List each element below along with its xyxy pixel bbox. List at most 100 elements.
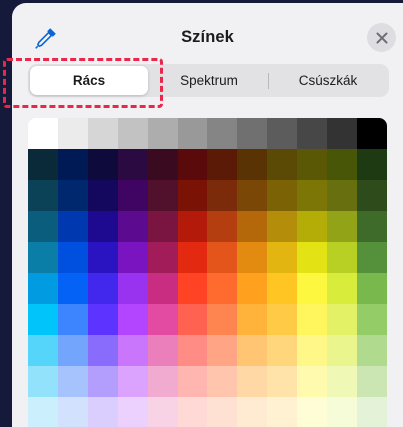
color-swatch[interactable] bbox=[147, 149, 178, 180]
color-swatch[interactable] bbox=[237, 118, 268, 149]
color-swatch[interactable] bbox=[357, 273, 387, 304]
color-swatch[interactable] bbox=[28, 149, 58, 180]
color-swatch[interactable] bbox=[357, 149, 387, 180]
color-swatch[interactable] bbox=[87, 304, 118, 335]
segment-spectrum[interactable]: Spektrum bbox=[150, 66, 268, 95]
color-swatch[interactable] bbox=[297, 118, 328, 149]
color-swatch[interactable] bbox=[117, 211, 148, 242]
color-swatch[interactable] bbox=[327, 366, 358, 397]
color-swatch[interactable] bbox=[28, 273, 58, 304]
color-swatch[interactable] bbox=[28, 366, 58, 397]
color-swatch[interactable] bbox=[57, 242, 88, 273]
color-swatch[interactable] bbox=[297, 149, 328, 180]
color-swatch[interactable] bbox=[28, 304, 58, 335]
color-swatch[interactable] bbox=[267, 211, 298, 242]
color-swatch[interactable] bbox=[177, 180, 208, 211]
color-swatch[interactable] bbox=[177, 242, 208, 273]
color-swatch[interactable] bbox=[87, 273, 118, 304]
color-swatch[interactable] bbox=[267, 273, 298, 304]
color-swatch[interactable] bbox=[297, 335, 328, 366]
color-swatch[interactable] bbox=[207, 242, 238, 273]
color-swatch[interactable] bbox=[177, 118, 208, 149]
color-swatch[interactable] bbox=[177, 211, 208, 242]
color-swatch[interactable] bbox=[207, 304, 238, 335]
color-swatch[interactable] bbox=[357, 335, 387, 366]
color-swatch[interactable] bbox=[147, 180, 178, 211]
color-swatch[interactable] bbox=[267, 397, 298, 427]
color-swatch[interactable] bbox=[327, 304, 358, 335]
color-swatch[interactable] bbox=[267, 118, 298, 149]
color-swatch[interactable] bbox=[177, 304, 208, 335]
color-swatch[interactable] bbox=[357, 118, 387, 149]
color-swatch[interactable] bbox=[28, 397, 58, 427]
color-swatch[interactable] bbox=[87, 335, 118, 366]
color-swatch[interactable] bbox=[297, 366, 328, 397]
color-swatch[interactable] bbox=[297, 211, 328, 242]
color-swatch[interactable] bbox=[87, 397, 118, 427]
color-swatch[interactable] bbox=[28, 335, 58, 366]
color-swatch[interactable] bbox=[267, 149, 298, 180]
color-swatch[interactable] bbox=[237, 242, 268, 273]
close-button[interactable] bbox=[367, 23, 396, 52]
color-swatch[interactable] bbox=[87, 242, 118, 273]
color-swatch[interactable] bbox=[147, 242, 178, 273]
color-swatch[interactable] bbox=[147, 118, 178, 149]
color-swatch[interactable] bbox=[297, 242, 328, 273]
color-swatch[interactable] bbox=[57, 118, 88, 149]
color-swatch[interactable] bbox=[237, 180, 268, 211]
color-swatch[interactable] bbox=[147, 397, 178, 427]
color-swatch[interactable] bbox=[327, 397, 358, 427]
color-swatch[interactable] bbox=[267, 304, 298, 335]
color-swatch[interactable] bbox=[357, 211, 387, 242]
color-swatch[interactable] bbox=[117, 397, 148, 427]
color-swatch[interactable] bbox=[57, 149, 88, 180]
color-swatch[interactable] bbox=[207, 180, 238, 211]
color-swatch[interactable] bbox=[207, 397, 238, 427]
color-swatch[interactable] bbox=[237, 273, 268, 304]
color-swatch[interactable] bbox=[57, 180, 88, 211]
color-swatch[interactable] bbox=[117, 149, 148, 180]
color-swatch[interactable] bbox=[177, 397, 208, 427]
color-swatch[interactable] bbox=[267, 366, 298, 397]
color-swatch[interactable] bbox=[327, 118, 358, 149]
color-swatch[interactable] bbox=[327, 149, 358, 180]
color-swatch[interactable] bbox=[267, 242, 298, 273]
color-swatch[interactable] bbox=[117, 118, 148, 149]
color-swatch[interactable] bbox=[57, 304, 88, 335]
color-swatch[interactable] bbox=[117, 273, 148, 304]
color-swatch[interactable] bbox=[267, 335, 298, 366]
color-swatch[interactable] bbox=[207, 335, 238, 366]
color-swatch[interactable] bbox=[117, 335, 148, 366]
color-swatch[interactable] bbox=[207, 149, 238, 180]
color-swatch[interactable] bbox=[87, 366, 118, 397]
color-swatch[interactable] bbox=[28, 242, 58, 273]
color-swatch[interactable] bbox=[237, 149, 268, 180]
color-swatch[interactable] bbox=[237, 366, 268, 397]
color-swatch[interactable] bbox=[177, 273, 208, 304]
color-swatch[interactable] bbox=[327, 273, 358, 304]
color-swatch[interactable] bbox=[237, 397, 268, 427]
color-swatch[interactable] bbox=[207, 118, 238, 149]
color-swatch[interactable] bbox=[117, 366, 148, 397]
color-swatch[interactable] bbox=[87, 118, 118, 149]
color-swatch[interactable] bbox=[177, 149, 208, 180]
color-swatch[interactable] bbox=[357, 242, 387, 273]
color-swatch[interactable] bbox=[357, 366, 387, 397]
color-swatch[interactable] bbox=[357, 304, 387, 335]
color-swatch[interactable] bbox=[207, 366, 238, 397]
color-swatch[interactable] bbox=[117, 242, 148, 273]
color-swatch[interactable] bbox=[28, 211, 58, 242]
color-swatch[interactable] bbox=[117, 304, 148, 335]
color-swatch[interactable] bbox=[327, 180, 358, 211]
color-swatch[interactable] bbox=[207, 273, 238, 304]
color-swatch[interactable] bbox=[147, 335, 178, 366]
color-swatch[interactable] bbox=[327, 335, 358, 366]
color-swatch[interactable] bbox=[28, 180, 58, 211]
segment-sliders[interactable]: Csúszkák bbox=[269, 66, 387, 95]
color-swatch[interactable] bbox=[147, 304, 178, 335]
color-swatch[interactable] bbox=[87, 180, 118, 211]
color-swatch[interactable] bbox=[297, 273, 328, 304]
color-swatch[interactable] bbox=[357, 397, 387, 427]
color-swatch[interactable] bbox=[327, 242, 358, 273]
color-swatch[interactable] bbox=[237, 335, 268, 366]
